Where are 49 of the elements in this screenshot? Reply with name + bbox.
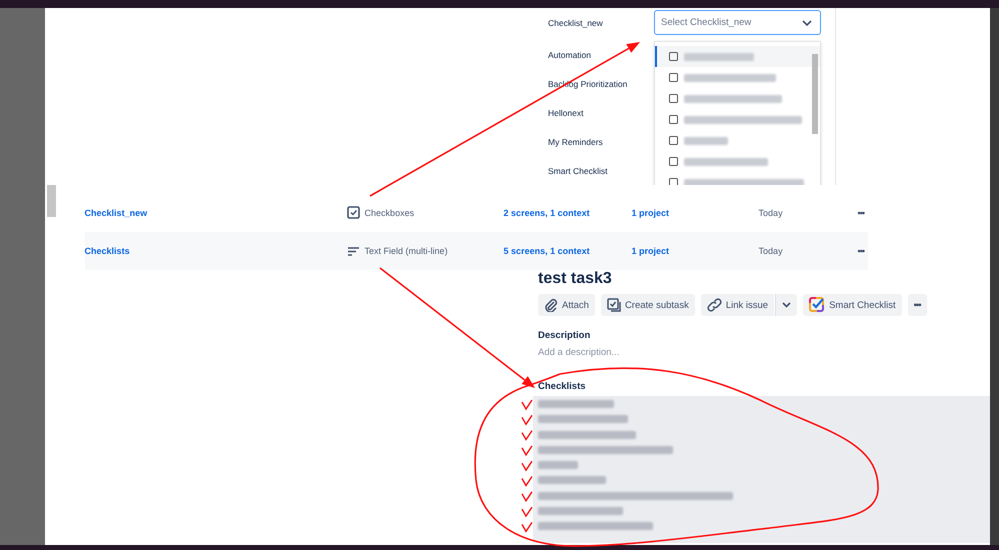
- redacted-text: [538, 476, 606, 484]
- lines-icon: [346, 246, 360, 256]
- checkbox-icon: [346, 206, 360, 219]
- field-name-link[interactable]: Checklist_new: [84, 208, 148, 218]
- field-label: Smart Checklist: [548, 165, 609, 178]
- link-icon: [706, 298, 722, 312]
- field-label: Hellonext: [548, 107, 584, 120]
- redacted-text: [684, 52, 754, 60]
- dropdown-option[interactable]: [655, 46, 820, 67]
- redacted-text: [538, 461, 578, 470]
- screens-link[interactable]: 2 screens, 1 context: [504, 208, 590, 218]
- date-text: Today: [758, 246, 784, 256]
- field-label: Automation: [548, 49, 592, 62]
- redacted-text: [684, 136, 728, 144]
- more-actions-button[interactable]: •••: [854, 208, 868, 218]
- field-label: Checklist_new: [548, 17, 604, 30]
- dropdown-button[interactable]: [775, 294, 798, 316]
- field-name-link[interactable]: Checklists: [84, 246, 130, 256]
- more-button[interactable]: •••: [908, 294, 927, 316]
- scrollbar-thumb[interactable]: [812, 54, 818, 134]
- issue-title: test task3: [538, 270, 613, 288]
- projects-link[interactable]: 1 project: [632, 208, 670, 218]
- screens-link[interactable]: 5 screens, 1 context: [504, 246, 590, 256]
- checkbox[interactable]: [669, 73, 678, 82]
- scrollbar-thumb[interactable]: [47, 185, 56, 217]
- projects-link[interactable]: 1 project: [632, 246, 670, 256]
- checkbox[interactable]: [669, 115, 678, 124]
- description-placeholder[interactable]: Add a description...: [538, 347, 990, 358]
- field-type: Text Field (multi-line): [364, 246, 448, 256]
- checklist-logo-icon: [809, 297, 826, 313]
- section-label: Checklists: [538, 381, 587, 392]
- checkbox[interactable]: [669, 94, 678, 103]
- checkbox[interactable]: [669, 52, 678, 61]
- chevron-down-icon: [802, 20, 812, 26]
- paperclip-icon: [544, 298, 558, 312]
- link-issue-button[interactable]: Link issue: [700, 294, 774, 316]
- more-actions-button[interactable]: •••: [854, 246, 868, 256]
- chevron-down-icon: [782, 302, 792, 308]
- field-type: Checkboxes: [364, 208, 414, 218]
- select-field[interactable]: Select Checklist_new: [654, 10, 821, 35]
- subtask-icon: [606, 298, 621, 312]
- checkbox[interactable]: [669, 136, 678, 145]
- create-subtask-button[interactable]: Create subtask: [600, 294, 695, 316]
- date-text: Today: [758, 208, 784, 218]
- field-label: My Reminders: [548, 136, 604, 149]
- smart-checklist-button[interactable]: Smart Checklist: [803, 294, 902, 316]
- attach-button[interactable]: Attach: [538, 294, 595, 316]
- checkbox[interactable]: [669, 157, 678, 166]
- section-label: Description: [538, 330, 592, 341]
